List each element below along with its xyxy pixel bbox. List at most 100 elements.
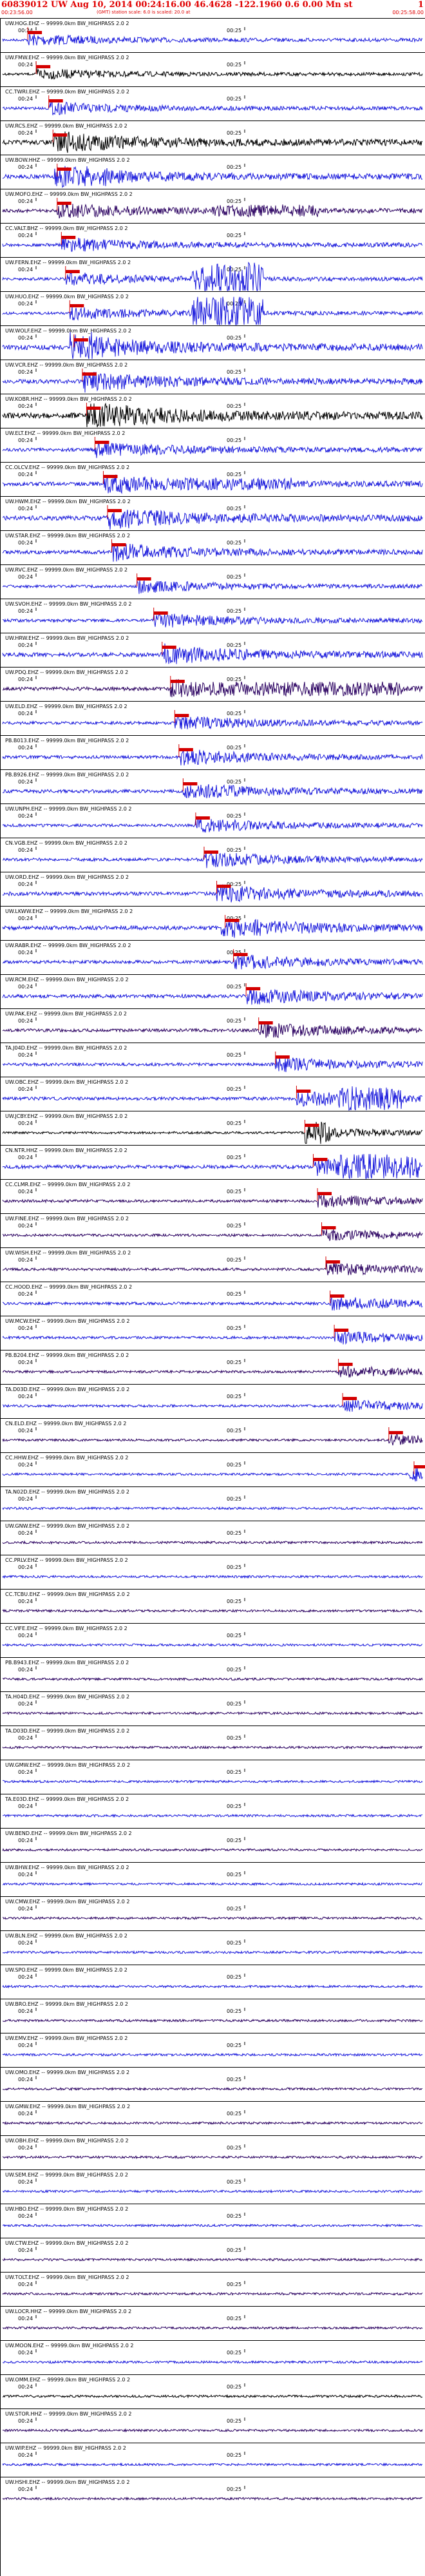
waveform-trace — [2, 509, 423, 530]
phase-pick-marker — [48, 99, 63, 102]
channel-label: UW.EMV.EHZ -- 99999.0km BW_HIGHPASS 2.0 … — [5, 2035, 128, 2041]
time-tick-label: 00:25 — [227, 1360, 241, 1365]
time-tick-label: 00:24 — [18, 2418, 33, 2424]
waveform-trace — [2, 1984, 423, 1989]
waveform-trace — [2, 954, 423, 970]
phase-pick-marker — [305, 1124, 319, 1127]
waveform-trace — [2, 1711, 423, 1716]
time-tick-label: 00:25 — [227, 2282, 241, 2287]
channel-row: UW.TOLT.EHZ -- 99999.0km BW_HIGHPASS 2.0… — [0, 2272, 425, 2296]
waveform-trace — [2, 1608, 422, 1613]
time-tick-label: 00:25 — [227, 1769, 241, 1775]
start-time: 00:23:56.00 — [1, 10, 33, 15]
channel-row: UW.CTW.EHZ -- 99999.0km BW_HIGHPASS 2.0 … — [0, 2238, 425, 2262]
time-tick-label: 00:24 — [18, 2008, 33, 2014]
time-tick-label: 00:24 — [18, 2043, 33, 2048]
phase-pick-marker — [103, 475, 118, 478]
time-tick-label: 00:24 — [18, 1086, 33, 1092]
time-tick-label: 00:25 — [227, 745, 241, 751]
waveform-trace — [2, 2120, 423, 2126]
channel-label: UW.WOLF.EHZ -- 99999.0km BW_HIGHPASS 2.0… — [5, 328, 131, 334]
channel-row: CN.ELD.EHZ -- 99999.0km BW_HIGHPASS 2.0 … — [0, 1418, 425, 1446]
phase-pick-marker — [326, 1260, 341, 1264]
waveform-trace — [2, 715, 423, 730]
channel-label: UW.ELD.EHZ -- 99999.0km BW_HIGHPASS 2.0 … — [5, 704, 128, 709]
phase-pick-marker — [334, 1329, 349, 1332]
time-tick-label: 00:25 — [227, 28, 241, 34]
phase-pick-marker — [321, 1226, 336, 1229]
waveform-trace — [2, 2052, 423, 2057]
time-tick-label: 00:25 — [227, 1223, 241, 1229]
time-tick-label: 00:24 — [18, 1360, 33, 1365]
channel-row: UW.BHW.EHZ -- 99999.0km BW_HIGHPASS 2.0 … — [0, 1862, 425, 1887]
time-tick-label: 00:25 — [227, 813, 241, 819]
time-tick-label: 00:24 — [18, 1769, 33, 1775]
phase-pick-marker — [153, 611, 168, 615]
time-tick-label: 00:24 — [18, 1735, 33, 1741]
channel-row: CC.TWRI.EHZ -- 99999.0km BW_HIGHPASS 2.0… — [0, 86, 425, 115]
time-tick-label: 00:25 — [227, 62, 241, 68]
channel-row: UW.FERN.EHZ -- 99999.0km BW_HIGHPASS 2.0… — [0, 257, 425, 292]
channel-row: UW.STAR.EHZ -- 99999.0km BW_HIGHPASS 2.0… — [0, 530, 425, 562]
time-tick-label: 00:25 — [227, 2179, 241, 2185]
phase-pick-marker — [53, 133, 68, 137]
time-tick-label: 00:25 — [227, 540, 241, 546]
channel-label: UW.CMW.EHZ -- 99999.0km BW_HIGHPASS 2.0 … — [5, 1899, 129, 1905]
channel-label: UW.OBC.EHZ -- 99999.0km BW_HIGHPASS 2.0 … — [5, 1079, 128, 1085]
time-tick-label: 00:24 — [18, 1667, 33, 1673]
channel-row: PB.B943.EHZ -- 99999.0km BW_HIGHPASS 2.0… — [0, 1657, 425, 1682]
waveform-trace — [2, 1086, 422, 1111]
time-tick-label: 00:24 — [18, 1906, 33, 1912]
channel-label: UW.HWM.EHZ -- 99999.0km BW_HIGHPASS 2.0 … — [5, 499, 131, 505]
channel-row: TA.D03D.EHZ -- 99999.0km BW_HIGHPASS 2.0… — [0, 1725, 425, 1750]
time-tick-label: 00:25 — [227, 2077, 241, 2082]
waveform-trace — [2, 643, 423, 664]
time-tick-label: 00:24 — [18, 1018, 33, 1024]
time-tick-label: 00:24 — [18, 1974, 33, 1980]
time-tick-label: 00:25 — [227, 2486, 241, 2492]
time-tick-label: 00:24 — [18, 1530, 33, 1536]
time-tick-label: 00:25 — [227, 847, 241, 853]
waveform-trace — [3, 2189, 423, 2194]
time-tick-label: 00:25 — [227, 1018, 241, 1024]
waveform-trace — [2, 988, 423, 1005]
waveform-trace — [2, 1365, 423, 1378]
time-tick-label: 00:24 — [18, 608, 33, 614]
channel-row: TA.J04D.EHZ -- 99999.0km BW_HIGHPASS 2.0… — [0, 1043, 425, 1072]
channel-row: UW.HSHI.EHZ -- 99999.0km BW_HIGHPASS 2.0… — [0, 2477, 425, 2501]
time-tick-label: 00:25 — [227, 574, 241, 580]
channel-row: UW.SVOH.EHZ -- 99999.0km BW_HIGHPASS 2.0… — [0, 599, 425, 628]
page-number: 1 — [417, 0, 424, 10]
channel-label: UW.BLN.EHZ -- 99999.0km BW_HIGHPASS 2.0 … — [5, 1933, 128, 1939]
channel-label: CN.ELD.EHZ -- 99999.0km BW_HIGHPASS 2.0 … — [5, 1421, 126, 1427]
time-tick-label: 00:24 — [18, 540, 33, 546]
time-tick-label: 00:24 — [18, 847, 33, 853]
channel-row: UW.WISH.EHZ -- 99999.0km BW_HIGHPASS 2.0… — [0, 1247, 425, 1276]
channel-row: CC.TCBU.EHZ -- 99999.0km BW_HIGHPASS 2.0… — [0, 1589, 425, 1613]
time-tick-label: 00:24 — [18, 198, 33, 204]
time-tick-label: 00:24 — [18, 2077, 33, 2082]
time-tick-label: 00:24 — [18, 916, 33, 921]
channel-label: PB.B926.EHZ -- 99999.0km BW_HIGHPASS 2.0… — [5, 772, 129, 778]
phase-pick-marker — [388, 1431, 403, 1434]
channel-label: UW.LOCR.HHZ -- 99999.0km BW_HIGHPASS 2.0… — [5, 2309, 131, 2314]
channel-row: UW.GNW.EHZ -- 99999.0km BW_HIGHPASS 2.0 … — [0, 1521, 425, 1545]
waveform-trace — [2, 296, 423, 326]
waveform-trace — [2, 202, 423, 219]
phase-pick-marker — [137, 577, 151, 581]
time-tick-label: 00:25 — [227, 1564, 241, 1570]
time-tick-label: 00:24 — [18, 984, 33, 990]
channel-label: TA.J04D.EHZ -- 99999.0km BW_HIGHPASS 2.0… — [5, 1045, 127, 1051]
time-tick-label: 00:24 — [18, 164, 33, 170]
channel-label: UW.FMW.EHZ -- 99999.0km BW_HIGHPASS 2.0 … — [5, 55, 129, 61]
time-tick-label: 00:25 — [227, 1530, 241, 1536]
phase-pick-marker — [183, 782, 198, 785]
channel-label: UW.HOG.EHZ -- 99999.0km BW_HIGHPASS 2.0 … — [5, 21, 129, 26]
waveform-trace — [2, 1330, 423, 1345]
phase-pick-marker — [225, 919, 240, 922]
channel-row: PB.B013.EHZ -- 99999.0km BW_HIGHPASS 2.0… — [0, 735, 425, 765]
phase-pick-marker — [338, 1363, 353, 1366]
time-tick-label: 00:24 — [18, 950, 33, 956]
channel-label: UW.FINE.EHZ -- 99999.0km BW_HIGHPASS 2.0… — [5, 1216, 129, 1222]
channel-label: CC.OLCV.EHZ -- 99999.0km BW_HIGHPASS 2.0… — [5, 465, 129, 470]
